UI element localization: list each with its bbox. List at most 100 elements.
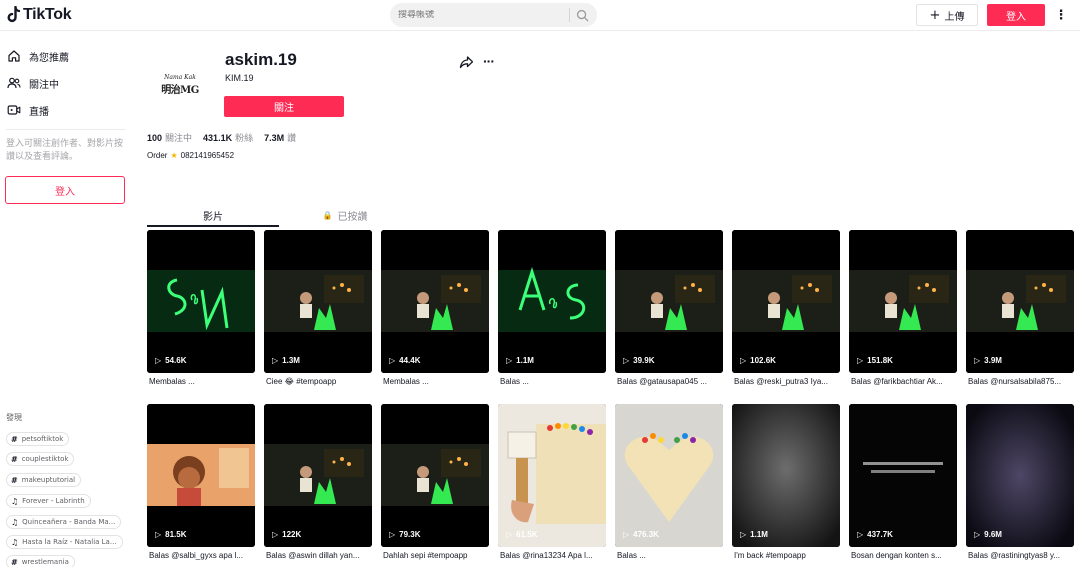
search-icon[interactable] — [576, 9, 589, 22]
video-caption[interactable]: Balas @nursalsabila875... — [968, 377, 1076, 386]
video-caption[interactable]: Balas ... — [617, 551, 725, 560]
video-card[interactable]: ▷ 151.8K — [849, 230, 957, 373]
video-caption[interactable]: Balas @rina13234 Apa l... — [500, 551, 608, 560]
video-caption[interactable]: Balas @aswin dillah yan... — [266, 551, 374, 560]
video-caption[interactable]: Balas ... — [500, 377, 608, 386]
live-icon — [7, 105, 21, 115]
video-caption[interactable]: Balas @rastiningtyas8 y... — [968, 551, 1076, 560]
view-count: ▷ 3.9M — [974, 356, 1002, 365]
video-card[interactable]: ▷ 44.4K — [381, 230, 489, 373]
sidebar-item-for-you[interactable]: 為您推薦 — [7, 47, 69, 65]
top-header: TikTok + 上傳 登入 ⋮ — [0, 0, 1080, 31]
view-count-value: 476.3K — [633, 530, 659, 539]
hashtag-icon: # — [11, 557, 18, 567]
tab-liked[interactable]: 🔒 已按讚 — [279, 205, 411, 225]
video-card[interactable]: ▷ 1.3M — [264, 230, 372, 373]
tab-videos[interactable]: 影片 — [147, 205, 279, 225]
stat-followers[interactable]: 431.1K 粉絲 — [203, 131, 253, 144]
video-card[interactable]: ▷ 1.1M — [498, 230, 606, 373]
play-icon: ▷ — [974, 356, 981, 365]
video-thumbnail — [147, 230, 255, 373]
video-card[interactable]: ▷ 3.9M — [966, 230, 1074, 373]
video-thumbnail — [147, 404, 255, 547]
discover-tag[interactable]: # makeuptutorial — [6, 473, 82, 487]
upload-label: 上傳 — [944, 11, 965, 23]
more-vertical-icon[interactable]: ⋮ — [1054, 7, 1068, 22]
stat-label: 關注中 — [165, 134, 193, 144]
video-caption[interactable]: Membalas ... — [383, 377, 491, 386]
more-horizontal-icon[interactable]: ··· — [483, 53, 495, 69]
discover-tag[interactable]: ♫ Quinceañera - Banda Ma... — [6, 515, 122, 529]
view-count: ▷ 54.6K — [155, 356, 187, 365]
discover-tag[interactable]: # petsoftiktok — [6, 432, 70, 446]
discover-tag[interactable]: ♫ Hasta la Raíz - Natalia La... — [6, 535, 123, 549]
video-card[interactable]: ▷ 39.9K — [615, 230, 723, 373]
share-icon[interactable] — [459, 55, 474, 69]
search-divider — [569, 8, 570, 22]
play-icon: ▷ — [974, 530, 981, 539]
video-caption[interactable]: Membalas ... — [149, 377, 257, 386]
profile-tabs: 影片 🔒 已按讚 — [147, 205, 412, 227]
stat-value: 431.1K — [203, 133, 233, 143]
play-icon: ▷ — [506, 530, 513, 539]
sidebar: 為您推薦 關注中 直播 登入可關注創作者、對影片按讚以及查看評論。 登入 發現 … — [0, 32, 135, 567]
video-card[interactable]: ▷ 102.6K — [732, 230, 840, 373]
video-card[interactable]: ▷ 1.1M — [732, 404, 840, 547]
sidebar-item-label: 為您推薦 — [29, 52, 69, 64]
video-thumbnail — [849, 404, 957, 547]
video-card[interactable]: ▷ 122K — [264, 404, 372, 547]
video-card[interactable]: ▷ 476.3K — [615, 404, 723, 547]
video-card[interactable]: ▷ 61.5K — [498, 404, 606, 547]
tiktok-logo-icon — [6, 6, 20, 24]
view-count-value: 44.4K — [399, 356, 421, 365]
stat-value: 7.3M — [264, 133, 285, 143]
view-count-value: 122K — [282, 530, 302, 539]
video-caption[interactable]: Balas @salbi_gyxs apa l... — [149, 551, 257, 560]
video-card[interactable]: ▷ 79.3K — [381, 404, 489, 547]
bio-phone: 082141965452 — [180, 151, 235, 160]
view-count: ▷ 151.8K — [857, 356, 893, 365]
view-count-value: 3.9M — [984, 356, 1002, 365]
sidebar-login-button[interactable]: 登入 — [5, 176, 125, 204]
video-card[interactable]: ▷ 81.5K — [147, 404, 255, 547]
hashtag-icon: # — [11, 475, 18, 485]
video-caption[interactable]: Balas @gatausapa045 ... — [617, 377, 725, 386]
view-count: ▷ 437.7K — [857, 530, 893, 539]
music-note-icon: ♫ — [11, 496, 19, 506]
view-count-value: 1.1M — [516, 356, 534, 365]
follow-button[interactable]: 關注 — [224, 96, 344, 117]
search-bar[interactable] — [390, 3, 597, 27]
video-caption[interactable]: Balas @farikbachtiar Ak... — [851, 377, 959, 386]
video-thumbnail — [732, 230, 840, 373]
play-icon: ▷ — [389, 356, 396, 365]
music-note-icon: ♫ — [11, 537, 19, 547]
music-note-icon: ♫ — [11, 517, 19, 527]
upload-button[interactable]: + 上傳 — [916, 4, 978, 26]
discover-tag[interactable]: ♫ Forever - Labrinth — [6, 494, 91, 508]
video-caption[interactable]: Bosan dengan konten s... — [851, 551, 959, 560]
discover-tag[interactable]: # wrestlemania — [6, 555, 75, 567]
star-icon: ★ — [170, 151, 178, 160]
profile-nickname: KIM.19 — [225, 73, 254, 83]
stat-following[interactable]: 100 關注中 — [147, 131, 192, 144]
stat-likes: 7.3M 讚 — [264, 131, 296, 144]
active-tab-indicator — [147, 225, 279, 227]
sidebar-item-live[interactable]: 直播 — [7, 101, 49, 119]
video-thumbnail — [966, 404, 1074, 547]
search-input[interactable] — [398, 10, 563, 20]
discover-tag[interactable]: # couplestiktok — [6, 452, 75, 466]
video-caption[interactable]: Balas @reski_putra3 Iya... — [734, 377, 842, 386]
tiktok-logo[interactable]: TikTok — [6, 5, 72, 25]
video-caption[interactable]: Ciee 😂 #tempoapp — [266, 377, 374, 386]
header-login-button[interactable]: 登入 — [987, 4, 1045, 26]
video-card[interactable]: ▷ 9.6M — [966, 404, 1074, 547]
logo-text: TikTok — [23, 6, 72, 23]
tag-label: Quinceañera - Banda Ma... — [22, 518, 116, 526]
video-caption[interactable]: I'm back #tempoapp — [734, 551, 842, 560]
login-hint-text: 登入可關注創作者、對影片按讚以及查看評論。 — [6, 139, 124, 162]
video-caption[interactable]: Dahlah sepi #tempoapp — [383, 551, 491, 560]
video-card[interactable]: ▷ 437.7K — [849, 404, 957, 547]
sidebar-item-following[interactable]: 關注中 — [7, 74, 59, 92]
video-card[interactable]: ▷ 54.6K — [147, 230, 255, 373]
play-icon: ▷ — [155, 530, 162, 539]
